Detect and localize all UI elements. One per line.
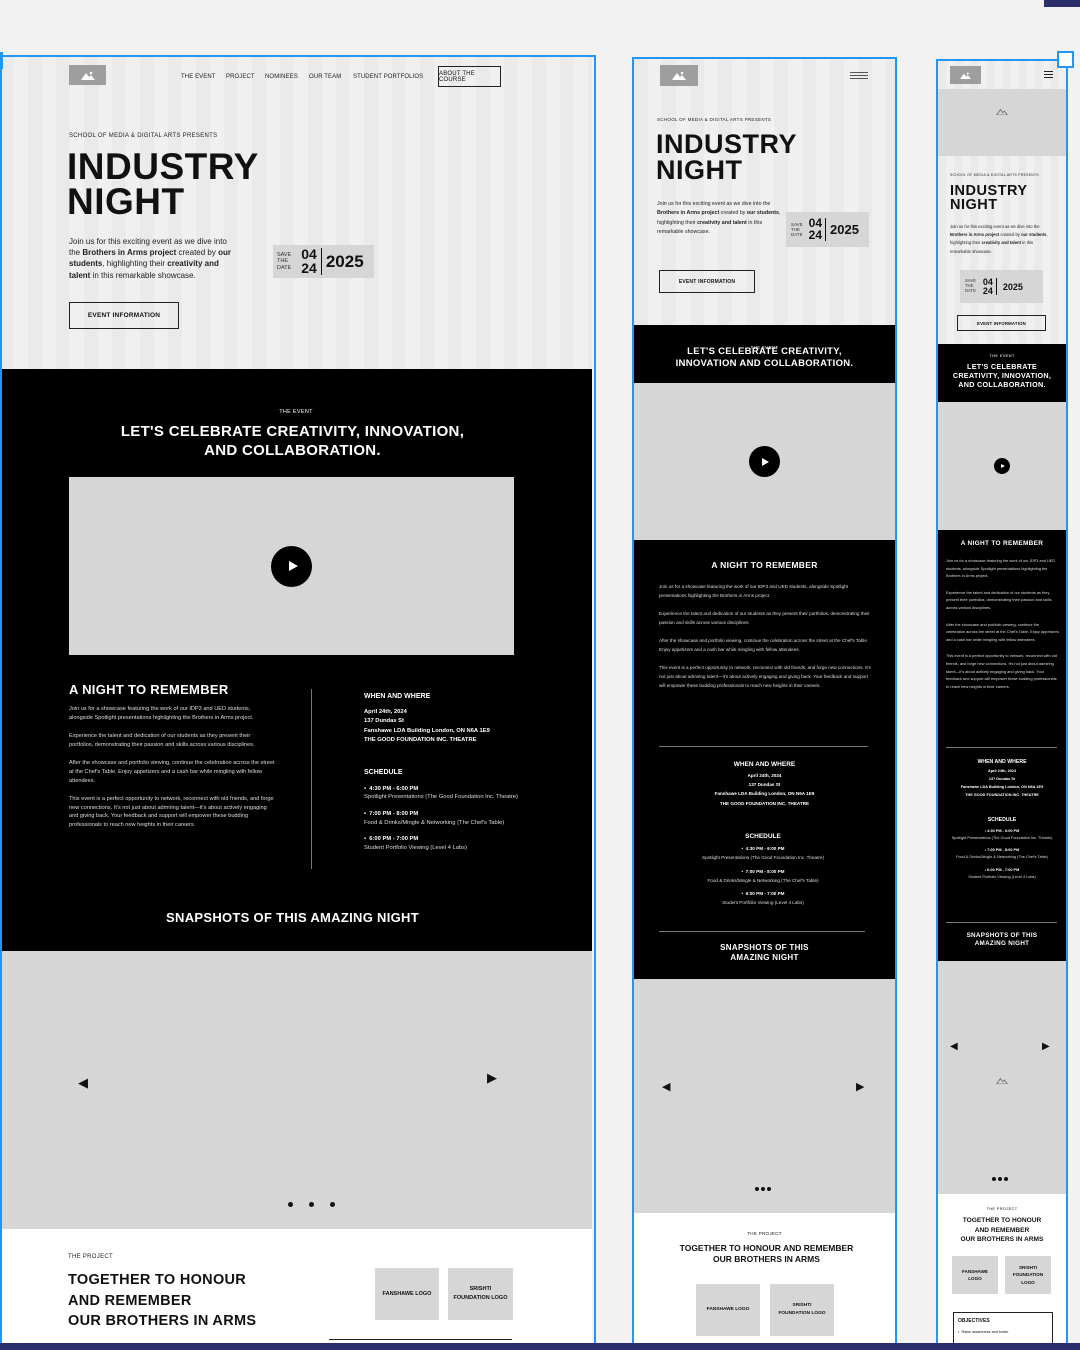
event-heading: LET'S CELEBRATE CREATIVITY, INNOVATION, A… (120, 423, 465, 459)
play-button-tablet[interactable] (749, 446, 780, 477)
snapshot-gallery: ◀ ▶ (0, 951, 592, 1229)
hero-title-tablet: INDUSTRY NIGHT (656, 129, 798, 185)
remember-section-tablet: A NIGHT TO REMEMBER Join us for a showca… (634, 540, 895, 979)
nav-item-nominees[interactable]: NOMINEES (265, 74, 298, 80)
remember-text: Join us for a showcase featuring the wor… (69, 706, 275, 829)
hero-title: INDUSTRY NIGHT (67, 146, 259, 223)
nav-item-our-team[interactable]: OUR TEAM (309, 74, 341, 80)
schedule: SCHEDULE • 4:30 PM - 6:00 PM Spotlight Pr… (364, 769, 518, 851)
event-video-tablet[interactable] (634, 383, 895, 540)
site-logo-mobile[interactable] (950, 66, 981, 84)
project-section-tablet: THE PROJECT TOGETHER TO HONOUR AND REMEM… (634, 1213, 895, 1350)
srishti-logo: SRISHTI FOUNDATION LOGO (448, 1268, 513, 1320)
fanshawe-logo: FANSHAWE LOGO (375, 1268, 439, 1320)
event-information-button-tablet[interactable]: EVENT INFORMATION (659, 270, 755, 293)
site-logo-tablet[interactable] (660, 65, 698, 86)
hero-eyebrow-tablet: SCHOOL OF MEDIA & DIGITAL ARTS PRESENTS (657, 117, 772, 122)
tablet-frame: SCHOOL OF MEDIA & DIGITAL ARTS PRESENTS … (634, 59, 895, 1350)
desktop-frame: THE EVENT PROJECT NOMINEES OUR TEAM STUD… (0, 57, 592, 1350)
nav-item-student-portfolios[interactable]: STUDENT PORTFOLIOS (353, 74, 423, 80)
hero-eyebrow: SCHOOL OF MEDIA & DIGITAL ARTS PRESENTS (69, 133, 218, 139)
snapshots-heading: SNAPSHOTS OF THIS AMAZING NIGHT (166, 910, 419, 925)
site-logo[interactable] (69, 65, 106, 85)
gallery-next-arrow[interactable]: ▶ (487, 1070, 497, 1086)
mobile-frame: SCHOOL OF MEDIA & DIGITAL ARTS PRESENTS … (938, 61, 1066, 1350)
play-icon (1000, 464, 1005, 468)
hamburger-menu-icon[interactable] (850, 72, 868, 79)
nav-item-the-event[interactable]: THE EVENT (181, 74, 216, 80)
mountain-icon (996, 108, 1008, 115)
mountain-icon (995, 1077, 1009, 1085)
snapshot-gallery-tablet: ◀ ▶ (634, 979, 895, 1213)
hero-intro: Join us for this exciting event as we di… (69, 237, 231, 280)
resize-handle[interactable] (1057, 51, 1074, 68)
section-divider (311, 689, 312, 869)
event-heading-tablet: LET'S CELEBRATE CREATIVITY, INNOVATION AN… (675, 346, 854, 369)
play-icon (288, 561, 298, 571)
image-placeholder-icon (672, 71, 686, 80)
save-the-date-badge-tablet: SAVE THE DATE 04 24 2025 (786, 212, 869, 247)
project-heading: TOGETHER TO HONOUR AND REMEMBER OUR BROTHE… (68, 1272, 257, 1330)
event-eyebrow: THE EVENT (279, 409, 313, 415)
event-section-mobile: THE EVENT LET'S CELEBRATE CREATIVITY, INN… (938, 344, 1066, 402)
hero-image-mobile (938, 89, 1066, 156)
remember-heading: A NIGHT TO REMEMBER (69, 682, 229, 697)
hamburger-menu-icon-mobile[interactable] (1044, 71, 1053, 78)
image-placeholder-icon (960, 72, 971, 79)
play-button[interactable] (271, 545, 312, 587)
project-eyebrow: THE PROJECT (68, 1254, 113, 1260)
resize-handle-left[interactable] (0, 52, 3, 69)
event-section-tablet: THE EVENT LET'S CELEBRATE CREATIVITY, INN… (634, 325, 895, 383)
gallery-prev-arrow[interactable]: ◀ (78, 1075, 88, 1091)
about-course-button[interactable]: ABOUT THE COURSE (438, 66, 501, 87)
image-placeholder-icon (80, 71, 95, 80)
event-information-button[interactable]: EVENT INFORMATION (69, 302, 179, 329)
when-where: WHEN AND WHERE April 24th, 2024 137 Dund… (364, 693, 490, 743)
project-section: THE PROJECT TOGETHER TO HONOUR AND REMEMB… (0, 1229, 592, 1350)
hero-title-mobile: INDUSTRY NIGHT (950, 183, 1028, 213)
hero-intro-tablet: Join us for this exciting event as we di… (657, 201, 781, 235)
event-section: THE EVENT LET'S CELEBRATE CREATIVITY, IN… (0, 369, 592, 951)
gallery-dots[interactable] (288, 1202, 335, 1207)
nav-item-project[interactable]: PROJECT (226, 74, 255, 80)
event-video[interactable] (69, 477, 514, 655)
save-the-date-badge: SAVE THE DATE 04 24 2025 (273, 245, 374, 278)
play-icon (762, 457, 769, 466)
